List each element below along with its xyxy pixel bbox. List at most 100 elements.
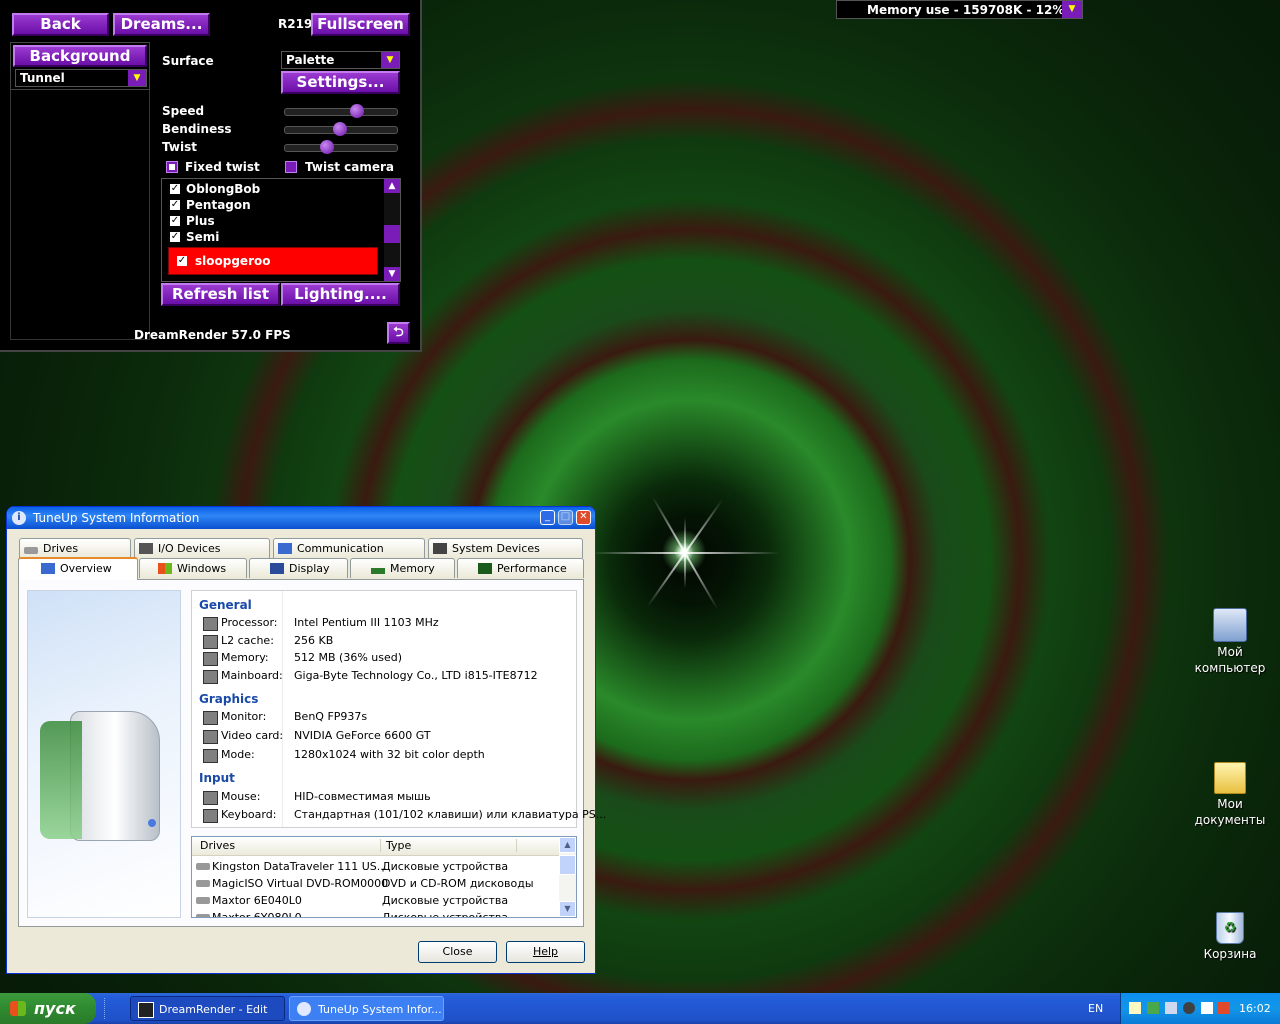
selected-list-item[interactable]: ✓ sloopgeroo (168, 247, 378, 275)
return-button[interactable]: ⮌ (387, 322, 410, 344)
tray-icon[interactable] (1165, 1002, 1177, 1014)
twist-slider[interactable] (284, 140, 398, 154)
tray-icon[interactable] (1201, 1002, 1213, 1014)
scroll-thumb[interactable] (384, 225, 400, 243)
start-button[interactable]: пуск (0, 993, 96, 1024)
checkbox-icon[interactable]: ✓ (170, 216, 180, 226)
memory-chip-icon (371, 568, 385, 574)
desktop-icon-my-computer[interactable]: Мой компьютер (1185, 608, 1275, 676)
desktop-icon-recycle-bin[interactable]: ♻ Корзина (1185, 912, 1275, 962)
help-button[interactable]: Help (506, 941, 585, 963)
table-header: Drives Type (192, 837, 560, 856)
taskbar-button-label: TuneUp System Infor... (318, 1003, 442, 1016)
tab-display[interactable]: Display (249, 558, 348, 578)
list-item[interactable]: ✓ Semi (168, 229, 378, 245)
tab-io-devices[interactable]: I/O Devices (134, 538, 270, 558)
twist-camera-label: Twist camera (305, 160, 394, 174)
table-row[interactable]: MagicISO Virtual DVD-ROM0000 DVD и CD-ROM… (192, 876, 560, 892)
twist-camera-checkbox[interactable] (285, 161, 297, 173)
maximize-button[interactable]: □ (558, 510, 573, 525)
table-scrollbar[interactable]: ▲ ▼ (559, 837, 576, 917)
tab-memory[interactable]: Memory (350, 558, 455, 578)
scroll-up-icon[interactable]: ▲ (384, 179, 400, 193)
slider-knob[interactable] (349, 104, 364, 118)
left-column (10, 90, 150, 340)
list-item[interactable]: ✓ Plus (168, 213, 378, 229)
surface-value: Palette (286, 53, 335, 67)
minimize-button[interactable]: _ (540, 510, 555, 525)
tab-label: Performance (497, 562, 567, 575)
tab-label: Windows (177, 562, 227, 575)
tray-icon[interactable] (1147, 1002, 1159, 1014)
speed-slider[interactable] (284, 104, 398, 118)
table-row[interactable]: Maxtor 6Y080L0 Дисковые устройства (192, 910, 560, 917)
slider-knob[interactable] (320, 140, 335, 154)
checkbox-icon[interactable]: ✓ (170, 184, 180, 194)
star-streak (684, 518, 686, 588)
slider-knob[interactable] (333, 122, 348, 136)
background-select[interactable]: Tunnel ▼ (15, 69, 147, 87)
clock[interactable]: 16:02 (1239, 1002, 1271, 1015)
info-icon (297, 1002, 311, 1016)
scroll-up-icon[interactable]: ▲ (559, 837, 576, 853)
info-value: Стандартная (101/102 клавиши) или клавиа… (294, 808, 607, 821)
scroll-down-icon[interactable]: ▼ (384, 267, 400, 281)
tab-overview[interactable]: Overview (18, 557, 138, 580)
drives-table: Drives Type Kingston DataTraveler 111 US… (191, 836, 577, 918)
info-label: Mainboard: (221, 669, 283, 683)
close-button[interactable]: Close (418, 941, 497, 963)
drive-icon (196, 914, 210, 917)
tab-system-devices[interactable]: System Devices (428, 538, 583, 558)
system-devices-icon (433, 543, 447, 554)
icon-label: Корзина (1203, 947, 1257, 961)
fixed-twist-label: Fixed twist (185, 160, 260, 174)
scroll-thumb[interactable] (559, 855, 576, 875)
language-indicator[interactable]: EN (1088, 1002, 1103, 1015)
surface-select[interactable]: Palette ▼ (281, 51, 400, 69)
checkbox-icon[interactable]: ✓ (170, 200, 180, 210)
tab-drives[interactable]: Drives (19, 538, 131, 558)
close-window-button[interactable]: ✕ (576, 510, 591, 525)
column-header-type[interactable]: Type (386, 839, 517, 852)
info-label: Keyboard: (221, 808, 277, 821)
drive-icon (196, 863, 210, 870)
taskbar-button-dreamrender[interactable]: DreamRender - Edit (130, 996, 285, 1021)
taskbar-button-tuneup[interactable]: TuneUp System Infor... (289, 996, 444, 1021)
list-scrollbar[interactable]: ▲ ▼ (384, 179, 400, 281)
table-row[interactable]: Maxtor 6E040L0 Дисковые устройства (192, 893, 560, 909)
background-heading: Background (13, 45, 147, 67)
desktop-icon-my-documents[interactable]: Мои документы (1185, 762, 1275, 828)
fixed-twist-checkbox[interactable] (166, 161, 178, 173)
fps-label: DreamRender 57.0 FPS (134, 328, 291, 342)
bendiness-slider[interactable] (284, 122, 398, 136)
info-label: Mode: (221, 748, 255, 761)
tab-performance[interactable]: Performance (457, 558, 584, 578)
computer-illustration (27, 590, 181, 918)
scroll-down-icon[interactable]: ▼ (559, 901, 576, 917)
drive-icon (196, 897, 210, 904)
checkbox-icon[interactable]: ✓ (170, 232, 180, 242)
info-value: HID-совместимая мышь (294, 790, 431, 803)
memory-dropdown-button[interactable]: ▼ (1062, 1, 1082, 18)
tuneup-window: i TuneUp System Information _ □ ✕ Drives… (6, 506, 606, 974)
title-bar[interactable]: i TuneUp System Information _ □ ✕ (7, 507, 595, 529)
tray-icon[interactable] (1129, 1002, 1141, 1014)
back-button[interactable]: Back (12, 13, 109, 36)
background-value: Tunnel (20, 71, 65, 85)
settings-button[interactable]: Settings... (281, 71, 400, 94)
tray-icon[interactable] (1217, 1002, 1229, 1014)
column-header-drives[interactable]: Drives (200, 839, 381, 852)
fullscreen-button[interactable]: Fullscreen (311, 13, 410, 36)
list-item[interactable]: ✓ OblongBob (168, 181, 378, 197)
tab-windows[interactable]: Windows (139, 558, 247, 578)
dreams-button[interactable]: Dreams... (113, 13, 210, 36)
tab-communication[interactable]: Communication (273, 538, 425, 558)
icon-label: Мои (1217, 797, 1243, 811)
lighting-button[interactable]: Lighting.... (281, 283, 400, 306)
tray-icon[interactable] (1183, 1002, 1195, 1014)
refresh-list-button[interactable]: Refresh list (161, 283, 280, 306)
start-label: пуск (34, 999, 76, 1018)
list-item[interactable]: ✓ Pentagon (168, 197, 378, 213)
table-row[interactable]: Kingston DataTraveler 111 US... Дисковые … (192, 859, 560, 875)
overview-icon (41, 563, 55, 574)
